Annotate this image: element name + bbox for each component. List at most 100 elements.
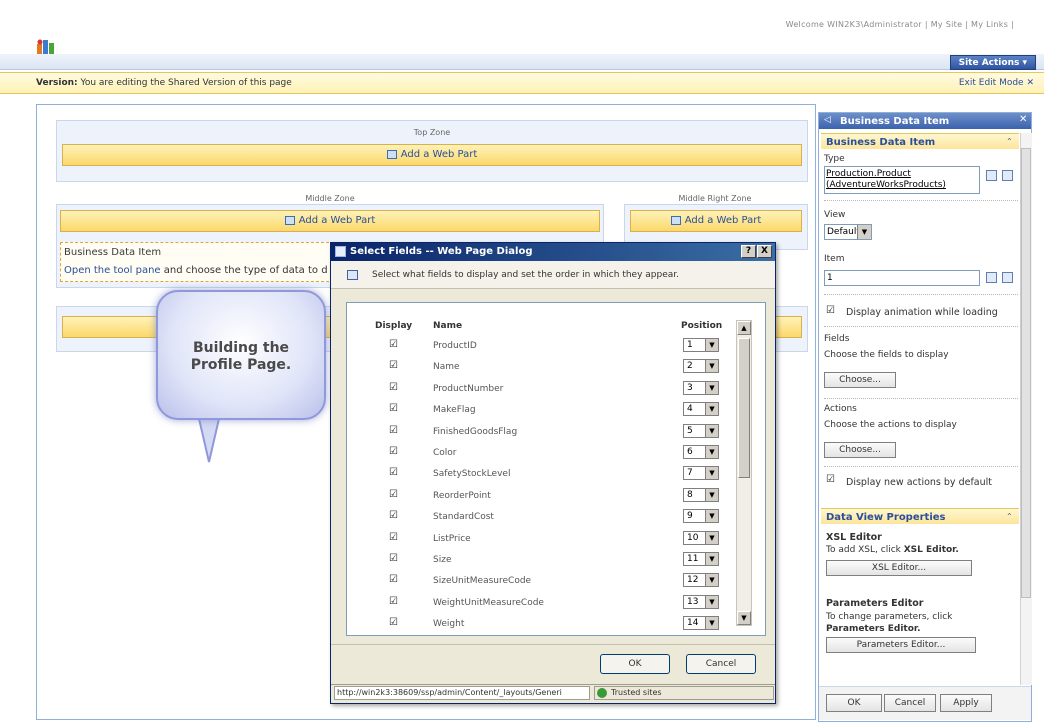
field-name: MakeFlag bbox=[433, 405, 476, 416]
chevron-down-icon[interactable]: ▼ bbox=[705, 531, 718, 544]
top-zone-label: Top Zone bbox=[413, 128, 451, 137]
chevron-down-icon[interactable]: ▼ bbox=[705, 488, 718, 501]
position-select[interactable]: 3 ▼ bbox=[683, 380, 719, 395]
chevron-down-icon[interactable]: ▼ bbox=[705, 510, 718, 523]
chevron-down-icon[interactable]: ▼ bbox=[705, 424, 718, 437]
display-checkbox[interactable]: ☑ bbox=[389, 447, 399, 457]
position-select[interactable]: 6 ▼ bbox=[683, 445, 719, 459]
separator bbox=[824, 398, 1018, 399]
check-item-icon[interactable] bbox=[986, 272, 997, 283]
position-value: 9 bbox=[687, 511, 693, 522]
chevron-down-icon[interactable]: ▼ bbox=[705, 403, 718, 416]
collapse-icon[interactable]: ⌃ bbox=[1006, 137, 1013, 146]
chevron-down-icon[interactable]: ▼ bbox=[705, 360, 718, 373]
position-value: 8 bbox=[687, 489, 693, 500]
item-field[interactable] bbox=[824, 270, 980, 286]
type-value-line-2: (AdventureWorksProducts) bbox=[826, 180, 946, 190]
middle-zone-label: Middle Zone bbox=[305, 194, 355, 203]
position-select[interactable]: 13 ▼ bbox=[683, 594, 719, 609]
scroll-down-button[interactable]: ▼ bbox=[737, 611, 751, 625]
scroll-up-button[interactable]: ▲ bbox=[737, 321, 751, 335]
check-names-icon[interactable] bbox=[986, 170, 997, 181]
webpart-title[interactable]: Business Data Item bbox=[64, 247, 161, 258]
site-actions-button[interactable]: Site Actions ▾ bbox=[949, 55, 1036, 70]
chevron-down-icon[interactable]: ▼ bbox=[705, 446, 718, 458]
position-select[interactable]: 10 ▼ bbox=[683, 530, 719, 545]
display-checkbox[interactable]: ☑ bbox=[389, 511, 399, 521]
tool-pane-cancel-button[interactable]: Cancel bbox=[884, 694, 936, 712]
display-checkbox[interactable]: ☑ bbox=[389, 404, 399, 414]
field-row: ☑ WeightUnitMeasureCode 13 ▼ bbox=[347, 592, 747, 613]
display-checkbox[interactable]: ☑ bbox=[389, 532, 399, 543]
dialog-close-button[interactable]: X bbox=[757, 245, 772, 258]
position-value: 1 bbox=[687, 340, 693, 350]
position-select[interactable]: 4 ▼ bbox=[683, 402, 719, 417]
tool-pane-ok-button[interactable]: OK bbox=[826, 694, 882, 712]
welcome-menu[interactable]: Welcome WIN2K3\Administrator | My Site |… bbox=[786, 20, 1014, 29]
position-select[interactable]: 12 ▼ bbox=[683, 573, 719, 588]
cancel-button[interactable]: Cancel bbox=[686, 654, 756, 674]
chevron-down-icon[interactable]: ▼ bbox=[857, 225, 871, 239]
chevron-down-icon[interactable]: ▼ bbox=[705, 381, 718, 394]
tool-pane-close-icon[interactable]: ✕ bbox=[1019, 114, 1027, 125]
tool-pane-scroll-thumb[interactable] bbox=[1021, 148, 1031, 598]
position-select[interactable]: 11 ▼ bbox=[683, 552, 719, 566]
display-checkbox[interactable]: ☑ bbox=[389, 361, 399, 371]
field-row: ☑ ProductID 1 ▼ bbox=[347, 335, 747, 356]
scroll-thumb[interactable] bbox=[738, 338, 750, 478]
chevron-down-icon[interactable]: ▼ bbox=[705, 467, 718, 480]
add-webpart-top-button[interactable]: Add a Web Part bbox=[62, 144, 802, 166]
choose-fields-button[interactable]: Choose... bbox=[824, 372, 896, 388]
choose-actions-button[interactable]: Choose... bbox=[824, 442, 896, 458]
display-checkbox[interactable]: ☑ bbox=[389, 618, 399, 628]
browse-item-icon[interactable] bbox=[1002, 272, 1013, 283]
type-value-line-1: Production.Product bbox=[826, 169, 911, 179]
name-column-header: Name bbox=[433, 321, 463, 331]
callout-text: Building the Profile Page. bbox=[160, 340, 322, 374]
webpart-icon bbox=[284, 215, 295, 225]
position-value: 7 bbox=[687, 468, 693, 479]
position-value: 4 bbox=[687, 404, 693, 415]
xsl-editor-button[interactable]: XSL Editor... bbox=[826, 560, 972, 576]
position-value: 3 bbox=[687, 382, 693, 393]
chevron-down-icon[interactable]: ▼ bbox=[705, 553, 718, 565]
position-select[interactable]: 1 ▼ bbox=[683, 338, 719, 352]
browse-icon[interactable] bbox=[1002, 170, 1013, 181]
position-select[interactable]: 7 ▼ bbox=[683, 466, 719, 481]
chevron-down-icon[interactable]: ▼ bbox=[705, 595, 718, 608]
exit-edit-mode-link[interactable]: Exit Edit Mode ✕ bbox=[959, 78, 1034, 88]
display-checkbox[interactable]: ☑ bbox=[389, 340, 399, 350]
display-checkbox[interactable]: ☑ bbox=[389, 425, 399, 436]
security-zone: Trusted sites bbox=[594, 686, 774, 700]
ie-page-icon bbox=[335, 246, 346, 257]
position-select[interactable]: 14 ▼ bbox=[683, 616, 719, 631]
position-select[interactable]: 9 ▼ bbox=[683, 509, 719, 524]
separator bbox=[824, 466, 1018, 467]
open-tool-pane-link[interactable]: Open the tool pane bbox=[64, 265, 161, 276]
item-value: 1 bbox=[827, 273, 833, 283]
display-checkbox[interactable]: ☑ bbox=[389, 596, 399, 607]
position-select[interactable]: 8 ▼ bbox=[683, 487, 719, 502]
ok-button[interactable]: OK bbox=[600, 654, 670, 674]
chevron-down-icon[interactable]: ▼ bbox=[705, 617, 718, 630]
position-select[interactable]: 5 ▼ bbox=[683, 423, 719, 438]
display-checkbox[interactable]: ☑ bbox=[389, 468, 399, 478]
chevron-down-icon[interactable]: ▼ bbox=[705, 339, 718, 351]
dialog-help-button[interactable]: ? bbox=[741, 245, 756, 258]
fields-description: Choose the fields to display bbox=[824, 350, 949, 360]
add-webpart-middle-button[interactable]: Add a Web Part bbox=[60, 210, 600, 232]
tool-pane-apply-button[interactable]: Apply bbox=[940, 694, 992, 712]
display-checkbox[interactable]: ☑ bbox=[389, 554, 399, 564]
back-arrow-icon[interactable]: ◁ bbox=[824, 115, 831, 125]
display-checkbox[interactable]: ☑ bbox=[389, 382, 399, 393]
display-checkbox[interactable]: ☑ bbox=[389, 489, 399, 500]
display-new-actions-checkbox[interactable]: ☑ bbox=[826, 474, 835, 485]
display-animation-checkbox[interactable]: ☑ bbox=[826, 305, 835, 316]
display-checkbox[interactable]: ☑ bbox=[389, 575, 399, 585]
parameters-editor-button[interactable]: Parameters Editor... bbox=[826, 637, 976, 653]
collapse-icon[interactable]: ⌃ bbox=[1006, 512, 1013, 521]
field-name: ListPrice bbox=[433, 533, 471, 544]
chevron-down-icon[interactable]: ▼ bbox=[705, 574, 718, 587]
add-webpart-middle-right-button[interactable]: Add a Web Part bbox=[630, 210, 802, 232]
position-select[interactable]: 2 ▼ bbox=[683, 359, 719, 374]
